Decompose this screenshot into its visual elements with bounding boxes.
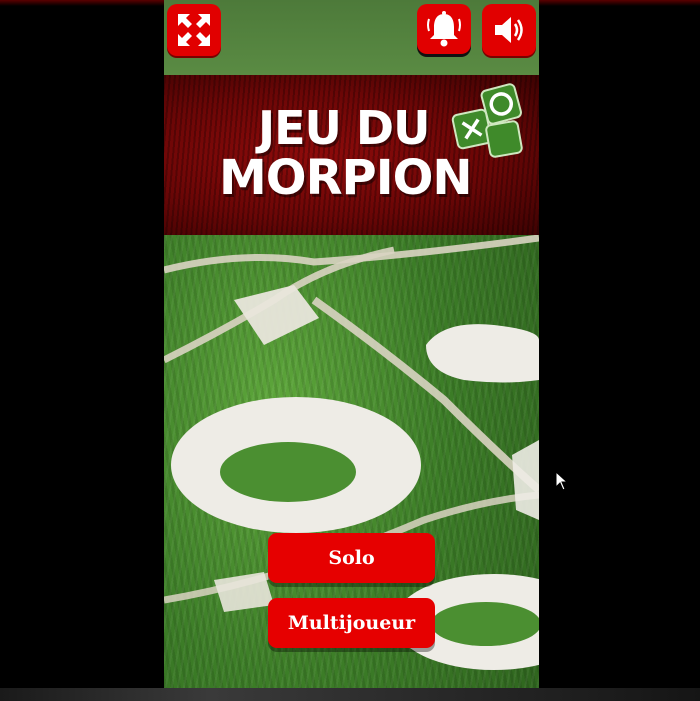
title-line-1: JEU DU: [258, 101, 430, 155]
fullscreen-button[interactable]: [167, 4, 221, 56]
title-line-2: MORPION: [219, 150, 473, 206]
solo-button-label: Solo: [328, 547, 375, 569]
tic-tac-toe-logo-icon: [451, 83, 523, 158]
game-canvas[interactable]: JEU DU MORPION Solo Multijoueur: [164, 0, 539, 689]
mouse-cursor-icon: [555, 471, 569, 491]
sound-button[interactable]: [482, 4, 536, 56]
multiplayer-button[interactable]: Multijoueur: [268, 598, 435, 648]
title-banner: JEU DU MORPION: [164, 75, 539, 235]
solo-button[interactable]: Solo: [268, 533, 435, 583]
bell-icon: [427, 11, 461, 47]
speaker-volume-icon: [495, 17, 523, 43]
browser-viewport: JEU DU MORPION Solo Multijoueur: [0, 0, 700, 701]
notification-button[interactable]: [417, 4, 471, 54]
bottom-bar: [0, 688, 700, 701]
fullscreen-arrows-icon: [178, 14, 210, 46]
multiplayer-button-label: Multijoueur: [287, 612, 416, 634]
